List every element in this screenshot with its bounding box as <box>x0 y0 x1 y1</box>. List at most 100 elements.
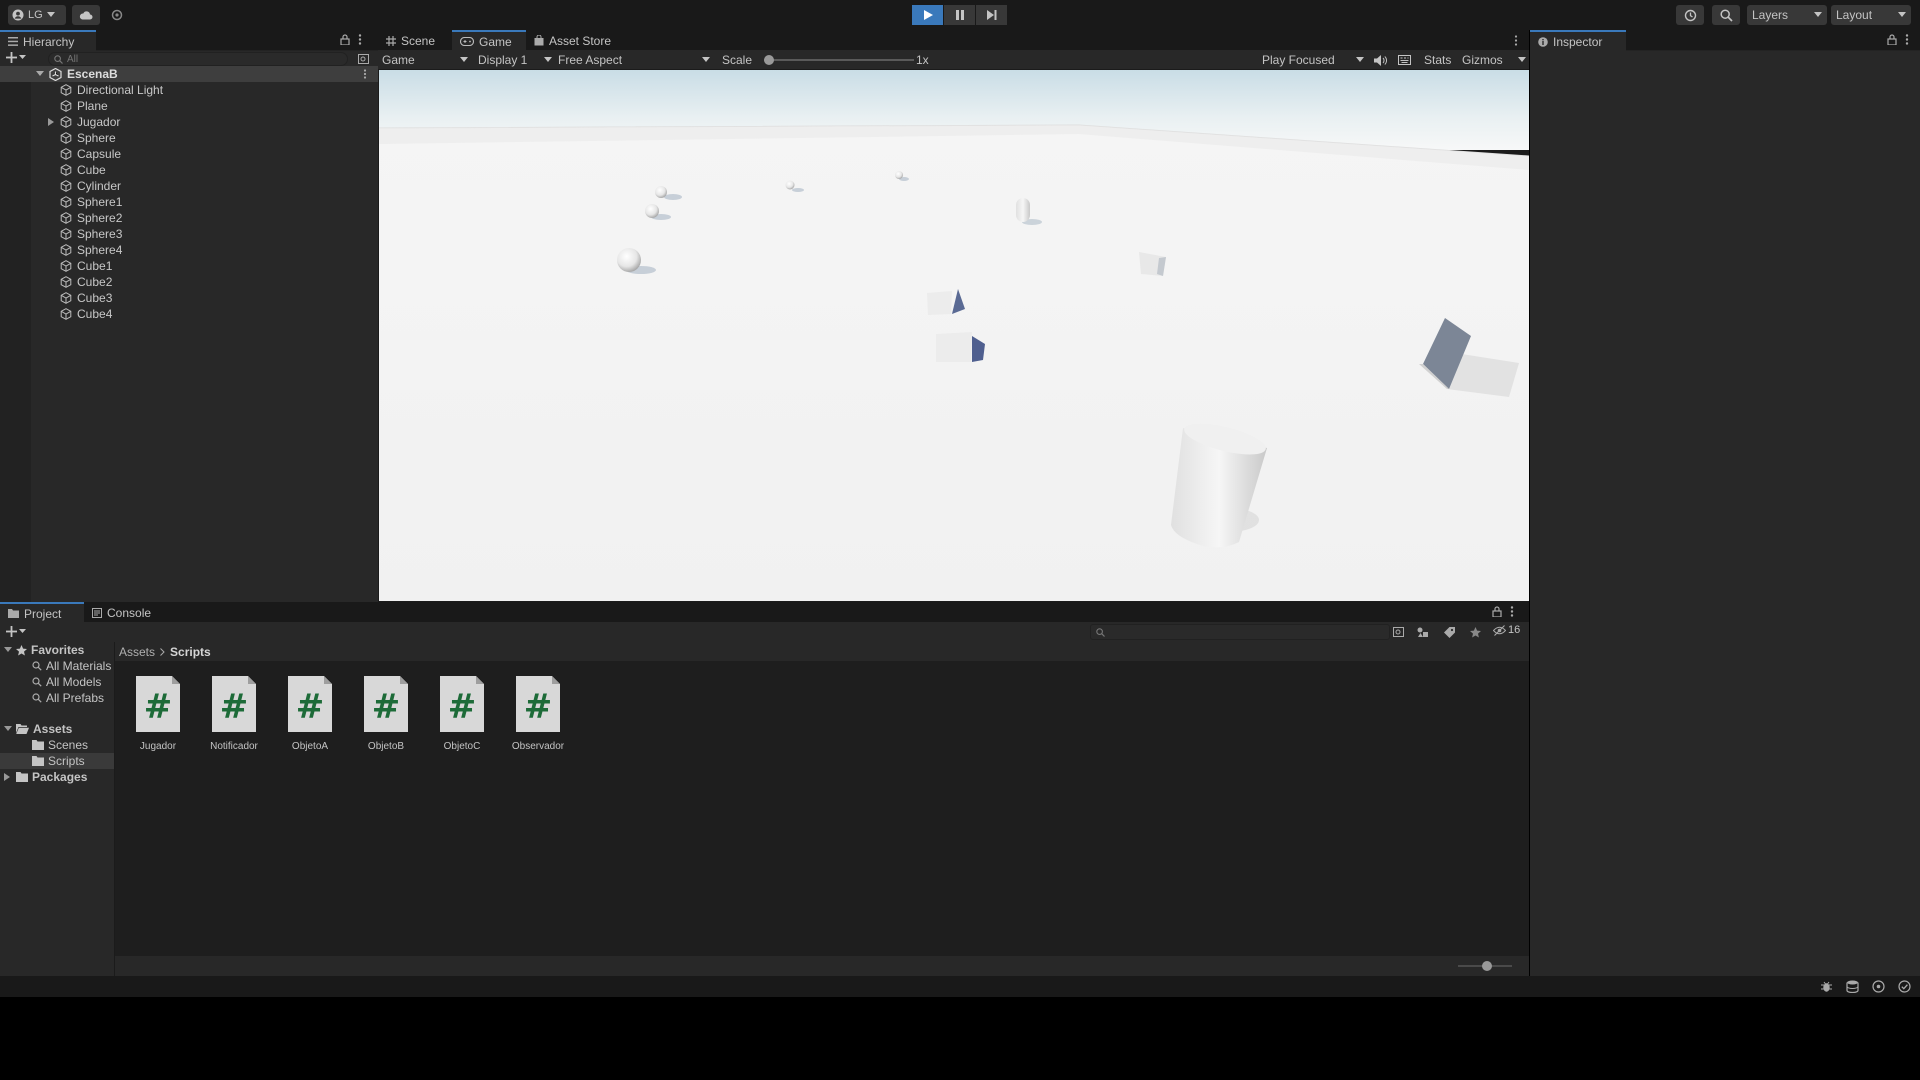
script-asset[interactable]: # ObjetoB <box>353 676 419 752</box>
project-search-field[interactable] <box>1090 624 1390 640</box>
favorites-item[interactable]: All Prefabs <box>0 690 114 706</box>
kebab-menu-icon[interactable] <box>358 34 362 45</box>
script-asset[interactable]: # Jugador <box>125 676 191 752</box>
pause-button[interactable] <box>944 5 975 25</box>
tab-inspector[interactable]: Inspector <box>1530 30 1626 51</box>
search-button[interactable] <box>1712 5 1740 25</box>
breadcrumb-assets[interactable]: Assets <box>119 645 155 659</box>
kebab-menu-icon[interactable] <box>363 69 367 79</box>
lock-icon[interactable] <box>1887 34 1897 45</box>
tab-asset-store[interactable]: Asset Store <box>526 30 626 51</box>
hierarchy-search-input[interactable] <box>67 53 337 65</box>
tab-hierarchy[interactable]: Hierarchy <box>0 30 96 51</box>
lock-icon[interactable] <box>1492 606 1502 617</box>
account-dropdown[interactable]: LG <box>8 5 66 25</box>
label-tag-icon[interactable] <box>1444 627 1455 638</box>
kebab-menu-icon[interactable] <box>1905 34 1909 45</box>
hierarchy-item[interactable]: Cube3 <box>0 290 378 306</box>
scale-slider-thumb[interactable] <box>764 55 774 65</box>
assets-folder-row[interactable]: Assets <box>0 721 114 737</box>
hierarchy-item[interactable]: Plane <box>0 98 378 114</box>
chevron-down-icon[interactable] <box>36 71 44 77</box>
cloud-icon <box>79 11 93 20</box>
icon-size-slider-thumb[interactable] <box>1482 961 1493 971</box>
folder-item-selected[interactable]: Scripts <box>0 753 114 769</box>
undo-history-button[interactable] <box>1676 5 1704 25</box>
search-by-type-icon[interactable] <box>358 54 370 65</box>
play-focused-dropdown[interactable]: Play Focused <box>1262 52 1364 68</box>
hidden-packages-toggle[interactable]: 16 <box>1493 624 1520 636</box>
icon-size-slider-track[interactable] <box>1458 961 1512 971</box>
asset-grid: # Jugador # Notificador # ObjetoA # Obje… <box>115 662 1529 956</box>
hierarchy-item[interactable]: Sphere1 <box>0 194 378 210</box>
aspect-dropdown[interactable]: Free Aspect <box>558 52 710 68</box>
cache-server-icon[interactable] <box>1846 980 1859 993</box>
hierarchy-item[interactable]: Jugador <box>0 114 378 130</box>
play-button[interactable] <box>912 5 943 25</box>
scale-value: 1x <box>916 53 929 67</box>
gizmos-dropdown[interactable]: Gizmos <box>1462 52 1526 68</box>
hierarchy-item[interactable]: Cube1 <box>0 258 378 274</box>
check-circle-icon[interactable] <box>1898 980 1911 993</box>
packages-folder-row[interactable]: Packages <box>0 769 114 785</box>
favorites-row[interactable]: Favorites <box>0 642 114 658</box>
hierarchy-item[interactable]: Cylinder <box>0 178 378 194</box>
script-asset[interactable]: # Observador <box>505 676 571 752</box>
tab-scene[interactable]: Scene <box>378 30 452 51</box>
project-tabstrip: Project Console <box>0 602 1529 623</box>
view-mode-dropdown[interactable]: Game <box>382 52 468 68</box>
script-asset[interactable]: # ObjetoA <box>277 676 343 752</box>
chevron-down-icon[interactable] <box>4 647 12 653</box>
network-icon[interactable] <box>1872 980 1885 993</box>
kebab-menu-icon[interactable] <box>1510 606 1514 617</box>
gameobject-cube-icon <box>60 164 72 176</box>
game-viewport[interactable] <box>379 70 1529 601</box>
create-button[interactable] <box>6 52 26 63</box>
chevron-down-icon <box>544 57 552 62</box>
hierarchy-item[interactable]: Capsule <box>0 146 378 162</box>
layout-dropdown[interactable]: Layout <box>1831 5 1911 25</box>
hierarchy-item[interactable]: Cube2 <box>0 274 378 290</box>
collab-button[interactable] <box>106 5 128 25</box>
cloud-button[interactable] <box>72 5 100 25</box>
asset-label: ObjetoB <box>367 741 405 752</box>
step-button[interactable] <box>976 5 1007 25</box>
scale-slider-track[interactable] <box>764 55 914 65</box>
stats-button[interactable]: Stats <box>1424 52 1451 68</box>
filter-by-type-icon[interactable] <box>1417 627 1429 638</box>
hierarchy-item[interactable]: Sphere2 <box>0 210 378 226</box>
inspector-tabstrip: Inspector <box>1530 30 1920 51</box>
debug-bug-icon[interactable] <box>1820 980 1833 993</box>
star-icon[interactable] <box>1470 627 1481 638</box>
shortcuts-button[interactable] <box>1398 52 1411 68</box>
display-dropdown[interactable]: Display 1 <box>478 52 552 68</box>
hierarchy-item[interactable]: Sphere4 <box>0 242 378 258</box>
breadcrumb-scripts[interactable]: Scripts <box>170 645 211 659</box>
search-by-type-icon[interactable] <box>1393 627 1405 638</box>
hierarchy-search-field[interactable] <box>48 52 348 66</box>
script-asset[interactable]: # Notificador <box>201 676 267 752</box>
kebab-menu-icon[interactable] <box>1514 35 1518 46</box>
hierarchy-item[interactable]: Cube <box>0 162 378 178</box>
hierarchy-item[interactable]: Sphere <box>0 130 378 146</box>
chevron-down-icon[interactable] <box>4 726 12 732</box>
mute-audio-button[interactable] <box>1374 52 1387 68</box>
create-asset-button[interactable] <box>6 626 26 637</box>
chevron-right-icon[interactable] <box>4 773 10 781</box>
scene-row[interactable]: EscenaB <box>0 66 378 82</box>
lock-icon[interactable] <box>340 34 350 45</box>
favorites-item[interactable]: All Models <box>0 674 114 690</box>
favorites-item[interactable]: All Materials <box>0 658 114 674</box>
layers-dropdown[interactable]: Layers <box>1747 5 1827 25</box>
script-asset[interactable]: # ObjetoC <box>429 676 495 752</box>
hierarchy-item[interactable]: Directional Light <box>0 82 378 98</box>
assets-folder-label: Assets <box>33 722 73 736</box>
tab-console[interactable]: Console <box>84 602 168 623</box>
tab-game[interactable]: Game <box>452 30 526 51</box>
hierarchy-item[interactable]: Sphere3 <box>0 226 378 242</box>
tab-project[interactable]: Project <box>0 602 84 623</box>
hierarchy-item[interactable]: Cube4 <box>0 306 378 322</box>
folder-item[interactable]: Scenes <box>0 737 114 753</box>
chevron-right-icon[interactable] <box>48 118 54 126</box>
gameobject-cube-icon <box>60 260 72 272</box>
